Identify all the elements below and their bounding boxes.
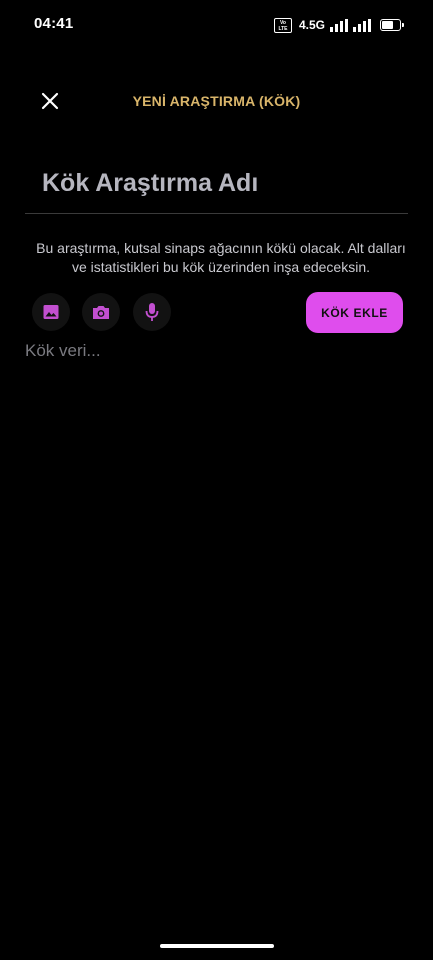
add-image-button[interactable]: [32, 293, 70, 331]
status-time: 04:41: [34, 15, 74, 32]
battery-level: [382, 21, 393, 29]
status-bar: 04:41 Vo LTE 4.5G: [0, 0, 433, 48]
volte-lte-badge-icon: Vo LTE: [273, 17, 292, 33]
lte-label: LTE: [278, 25, 288, 32]
network-type-label: 4.5G: [298, 18, 325, 32]
camera-icon: [93, 306, 109, 319]
description-text: Bu araştırma, kutsal sinaps ağacının kök…: [36, 240, 406, 275]
image-icon: [43, 305, 59, 319]
home-indicator[interactable]: [160, 944, 274, 948]
signal-bars-icon: [353, 18, 371, 32]
camera-button[interactable]: [82, 293, 120, 331]
battery-icon: [380, 19, 404, 31]
page-title: YENİ ARAŞTIRMA (KÖK): [132, 93, 301, 109]
research-name-input[interactable]: [25, 160, 408, 214]
add-root-button[interactable]: KÖK EKLE: [306, 292, 403, 333]
microphone-icon: [145, 303, 159, 321]
microphone-button[interactable]: [133, 293, 171, 331]
root-data-input[interactable]: [25, 341, 408, 901]
signal-bars-icon: [330, 18, 348, 32]
status-icons: Vo LTE 4.5G: [273, 16, 404, 34]
